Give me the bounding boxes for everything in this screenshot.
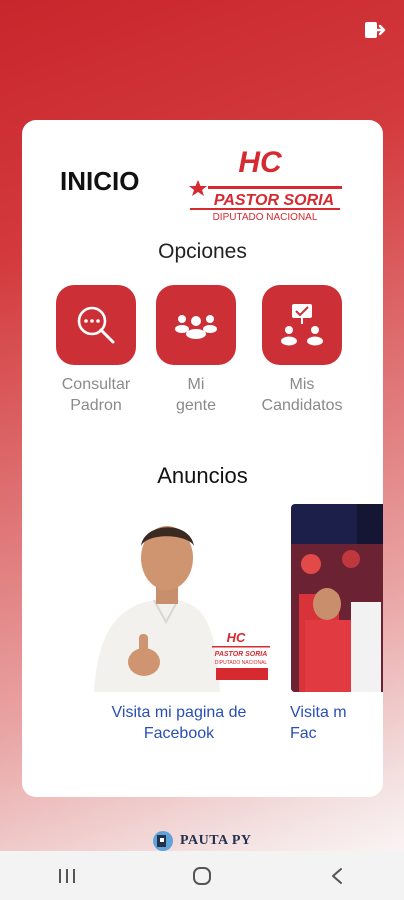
pauta-logo-icon	[153, 831, 173, 851]
option-label: Mi gente	[175, 376, 217, 414]
brand-logo: HC PASTOR SORIA DIPUTADO NACIONAL	[188, 138, 344, 223]
back-button[interactable]	[307, 856, 367, 896]
home-icon	[192, 866, 211, 885]
announcement-card[interactable]: HC PASTOR SORIA DIPUTADO NACIONAL Visita…	[69, 504, 289, 744]
back-icon	[331, 867, 342, 884]
svg-text:DIPUTADO NACIONAL: DIPUTADO NACIONAL	[213, 212, 318, 220]
announcement-card[interactable]: Visita m Fac	[276, 504, 383, 744]
announcements-carousel[interactable]: HC PASTOR SORIA DIPUTADO NACIONAL Visita…	[22, 504, 383, 764]
system-nav-bar	[0, 851, 404, 900]
footer-brand: PAUTA PY	[150, 829, 252, 853]
svg-text:DIPUTADO NACIONAL: DIPUTADO NACIONAL	[215, 660, 268, 666]
home-card: INICIO HC PASTOR SORIA DIPUTADO NACIONAL…	[22, 120, 383, 797]
svg-text:HC: HC	[238, 146, 283, 179]
recent-apps-button[interactable]	[37, 856, 97, 896]
logout-icon[interactable]	[364, 20, 386, 40]
svg-text:HC: HC	[227, 630, 246, 645]
mi-gente-button[interactable]: Mi gente	[146, 285, 246, 416]
footer-brand-text: PAUTA PY	[180, 833, 252, 848]
candidate-photo: HC PASTOR SORIA DIPUTADO NACIONAL	[84, 504, 274, 692]
svg-text:PASTOR SORIA: PASTOR SORIA	[215, 651, 268, 658]
home-button[interactable]	[172, 856, 232, 896]
consultar-padron-button[interactable]: Consultar Padron	[46, 285, 146, 416]
facebook-link[interactable]: Visita mi pagina de Facebook	[69, 702, 289, 744]
candidates-vote-icon	[262, 285, 342, 365]
mis-candidatos-button[interactable]: Mis Candidatos	[252, 285, 352, 416]
option-label: Consultar Padron	[61, 376, 131, 414]
announcements-title: Anuncios	[157, 463, 248, 488]
people-group-icon	[156, 285, 236, 365]
page-title: INICIO	[60, 166, 140, 196]
search-chat-icon	[56, 285, 136, 365]
options-title: Opciones	[158, 240, 247, 263]
rally-photo	[291, 504, 383, 692]
recents-icon	[59, 868, 76, 883]
svg-text:PASTOR SORIA: PASTOR SORIA	[214, 192, 334, 209]
option-label: Mis Candidatos	[261, 376, 343, 414]
facebook-link[interactable]: Visita m Fac	[276, 702, 383, 744]
